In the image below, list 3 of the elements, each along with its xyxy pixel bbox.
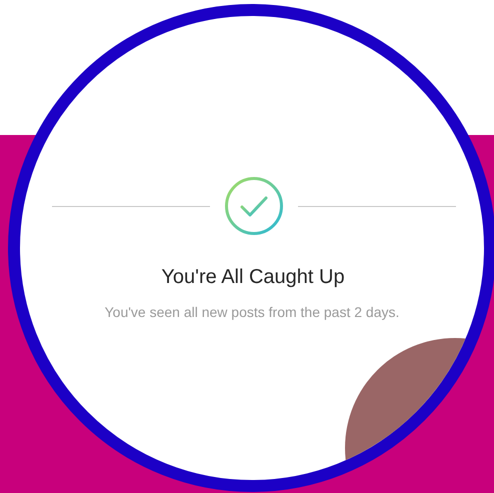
checkmark-circle-icon: [224, 176, 284, 236]
caught-up-message: You've seen all new posts from the past 2 days.: [104, 303, 400, 322]
caught-up-title: You're All Caught Up: [161, 265, 345, 290]
